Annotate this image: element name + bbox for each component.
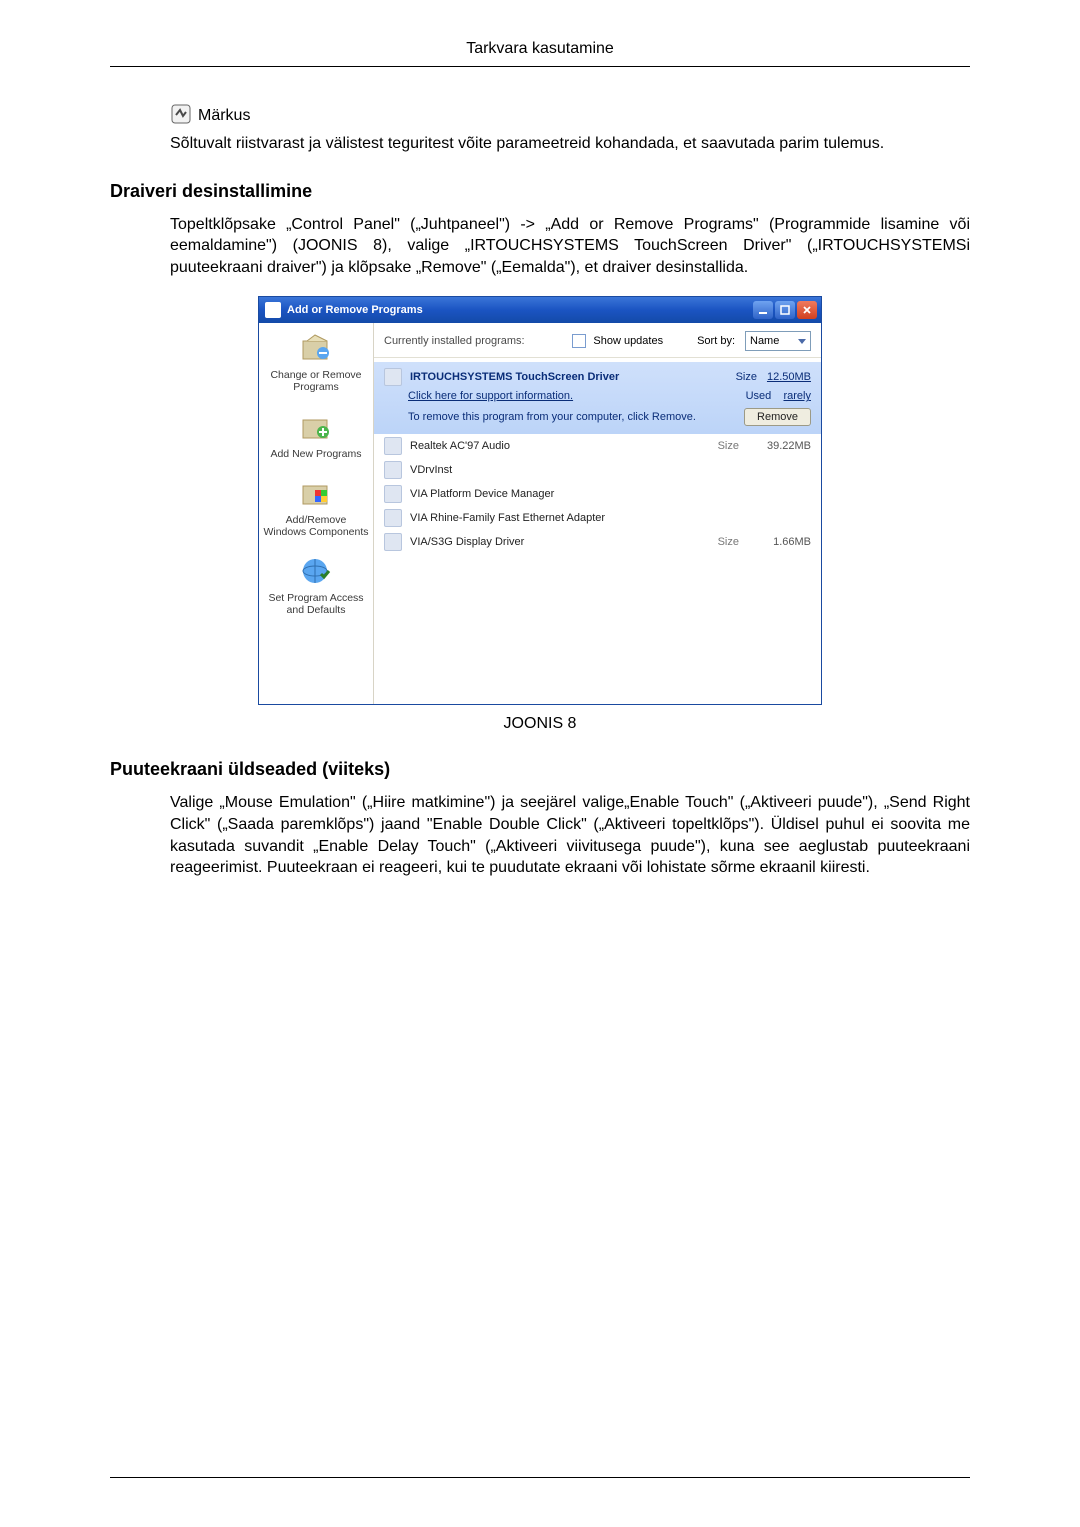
installed-programs-label: Currently installed programs:	[384, 335, 525, 347]
toolbar: Currently installed programs: Show updat…	[374, 323, 821, 358]
sort-by-select[interactable]: Name	[745, 331, 811, 351]
program-name: Realtek AC'97 Audio	[410, 440, 701, 452]
empty-space	[374, 554, 821, 704]
list-item[interactable]: VIA Platform Device Manager	[374, 482, 821, 506]
program-icon	[384, 533, 402, 551]
section-general-heading: Puuteekraani üldseaded (viiteks)	[110, 759, 970, 780]
size-value: 1.66MB	[751, 536, 811, 548]
minimize-button[interactable]	[753, 301, 773, 319]
support-link[interactable]: Click here for support information.	[408, 390, 573, 402]
show-updates-checkbox[interactable]: Show updates	[572, 334, 663, 348]
list-item[interactable]: VIA/S3G Display Driver Size 1.66MB	[374, 530, 821, 554]
figure-caption: JOONIS 8	[110, 715, 970, 733]
sort-by-label: Sort by:	[697, 335, 735, 347]
program-name: IRTOUCHSYSTEMS TouchScreen Driver	[410, 371, 619, 383]
box-remove-icon	[299, 331, 333, 365]
sidebar-item-label: Add New Programs	[263, 448, 369, 460]
window-title: Add or Remove Programs	[287, 304, 423, 316]
program-name: VIA Rhine-Family Fast Ethernet Adapter	[410, 512, 701, 524]
remove-button[interactable]: Remove	[744, 408, 811, 426]
globe-check-icon	[299, 554, 333, 588]
sidebar-item-label: Set Program Access and Defaults	[263, 592, 369, 616]
sidebar-item-add-new[interactable]: Add New Programs	[263, 410, 369, 460]
windows-components-icon	[299, 476, 333, 510]
size-value: 39.22MB	[751, 440, 811, 452]
checkbox-icon	[572, 334, 586, 348]
sort-by-value: Name	[750, 335, 779, 347]
program-icon	[384, 485, 402, 503]
used-value: rarely	[783, 390, 811, 402]
sidebar-item-windows-components[interactable]: Add/Remove Windows Components	[263, 476, 369, 538]
sidebar-item-label: Add/Remove Windows Components	[263, 514, 369, 538]
program-selected[interactable]: IRTOUCHSYSTEMS TouchScreen Driver Size 1…	[374, 362, 821, 434]
sidebar: Change or Remove Programs Add New Progra…	[259, 323, 374, 704]
list-item[interactable]: VIA Rhine-Family Fast Ethernet Adapter	[374, 506, 821, 530]
show-updates-label: Show updates	[593, 335, 663, 347]
section-uninstall-heading: Draiveri desinstallimine	[110, 181, 970, 202]
note-body: Sõltuvalt riistvarast ja välistest tegur…	[170, 133, 970, 155]
page-header: Tarkvara kasutamine	[110, 40, 970, 67]
section-general-body: Valige „Mouse Emulation" („Hiire matkimi…	[170, 792, 970, 878]
program-icon	[384, 437, 402, 455]
maximize-button[interactable]	[775, 301, 795, 319]
program-name: VDrvInst	[410, 464, 701, 476]
chevron-down-icon	[798, 339, 806, 344]
close-button[interactable]	[797, 301, 817, 319]
note-icon	[170, 103, 192, 125]
section-uninstall-body: Topeltklõpsake „Control Panel" („Juhtpan…	[170, 214, 970, 279]
list-item[interactable]: VDrvInst	[374, 458, 821, 482]
size-label: Size	[736, 371, 757, 383]
note-row: Märkus	[170, 103, 970, 125]
size-label: Size	[709, 440, 739, 452]
program-icon	[384, 461, 402, 479]
program-icon	[384, 368, 402, 386]
size-label: Size	[709, 536, 739, 548]
program-name: VIA/S3G Display Driver	[410, 536, 701, 548]
sidebar-item-change-remove[interactable]: Change or Remove Programs	[263, 331, 369, 393]
footer-rule	[110, 1477, 970, 1478]
sidebar-item-program-access[interactable]: Set Program Access and Defaults	[263, 554, 369, 616]
sidebar-item-label: Change or Remove Programs	[263, 369, 369, 393]
used-label: Used	[746, 390, 772, 402]
programs-list: IRTOUCHSYSTEMS TouchScreen Driver Size 1…	[374, 358, 821, 704]
list-item[interactable]: Realtek AC'97 Audio Size 39.22MB	[374, 434, 821, 458]
program-name: VIA Platform Device Manager	[410, 488, 701, 500]
note-label: Märkus	[198, 107, 250, 125]
add-remove-programs-window: Add or Remove Programs	[258, 296, 822, 705]
size-value: 12.50MB	[767, 371, 811, 383]
box-add-icon	[299, 410, 333, 444]
window-icon	[265, 302, 281, 318]
program-icon	[384, 509, 402, 527]
titlebar[interactable]: Add or Remove Programs	[259, 297, 821, 323]
remove-hint: To remove this program from your compute…	[408, 411, 696, 423]
